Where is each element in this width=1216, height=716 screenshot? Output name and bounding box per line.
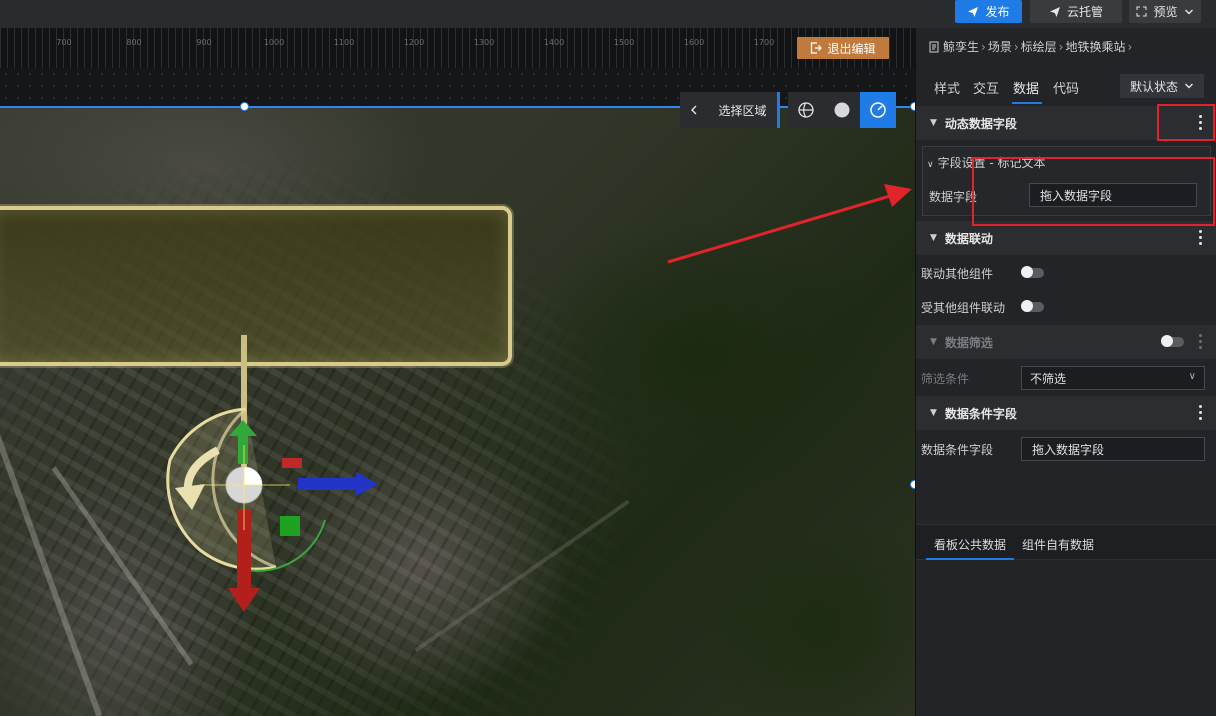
- annotation-arrow: [667, 184, 912, 264]
- app-root: 发布 云托管 预览 700 800 900 1000 1100 1200 130…: [0, 0, 1216, 716]
